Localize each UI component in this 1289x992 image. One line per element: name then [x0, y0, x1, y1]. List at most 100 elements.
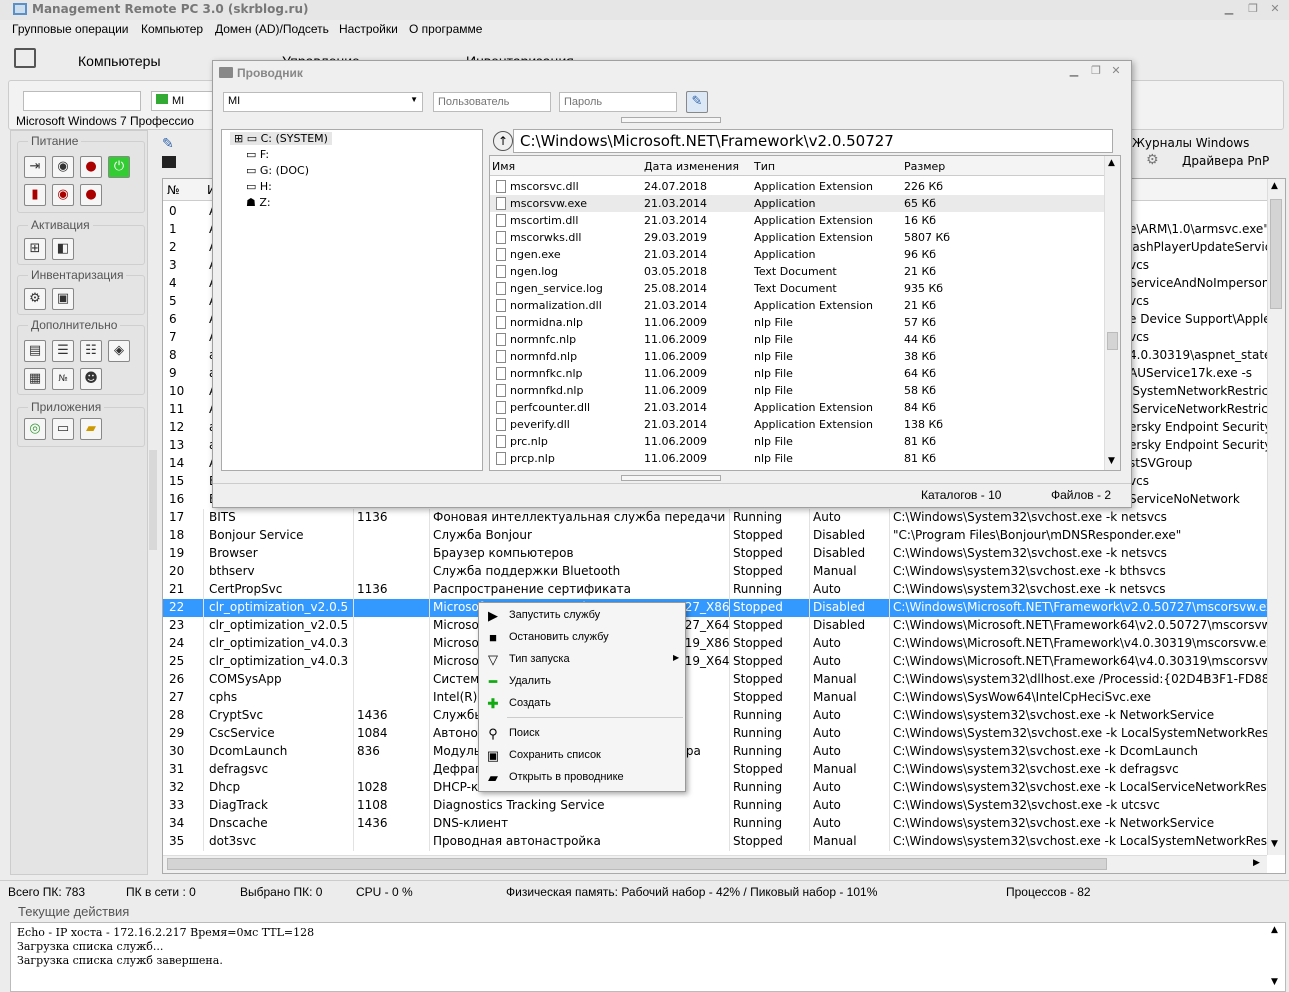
explorer-computer-select[interactable]: MI ▼	[223, 92, 423, 112]
menu-start-service[interactable]: ▶ Запустить службу	[479, 605, 685, 627]
table-row[interactable]: 25clr_optimization_v4.0.3...Microsoft .N…	[163, 653, 1267, 671]
desktop-icon[interactable]: ▦	[24, 368, 46, 390]
scroll-up-icon[interactable]: ▲	[1271, 181, 1278, 191]
list-icon[interactable]: ☰	[52, 340, 74, 362]
table-row[interactable]: 28CryptSvc1436Службы криптографииRunning…	[163, 707, 1267, 725]
table-row[interactable]: 20 bthserv Служба поддержки Bluetooth Stopp…	[163, 563, 1267, 581]
tree-node-g[interactable]: ▭ G: (DOC)	[246, 164, 309, 177]
explorer-connect-button[interactable]: ✎	[686, 91, 708, 113]
col-file-name[interactable]: Имя	[492, 160, 515, 173]
file-row[interactable]: mscorwks.dll 29.03.2019 Application Extens…	[490, 229, 1104, 246]
close-icon[interactable]: ✕	[1266, 2, 1284, 15]
table-row[interactable]: 22clr_optimization_v2.0.5...Microsoft .N…	[163, 599, 1267, 617]
file-row[interactable]: normnfkc.nlp 11.06.2009 nlp File 64 Кб	[490, 365, 1104, 382]
col-file-date[interactable]: Дата изменения	[644, 160, 739, 173]
console-icon[interactable]	[162, 156, 176, 168]
power-on-icon[interactable]: ⏻	[108, 156, 130, 178]
scroll-up-icon[interactable]: ▲	[1108, 158, 1115, 168]
table-row[interactable]: 32 Dhcp 1028 DHCP-клиент Running Auto C:\Windo…	[163, 779, 1267, 797]
journals-link[interactable]: Журналы Windows	[1132, 136, 1249, 150]
users-icon[interactable]: ☻	[80, 368, 102, 390]
table-row[interactable]: 19 Browser Браузер компьютеров Stopped Disab…	[163, 545, 1267, 563]
scroll-right-icon[interactable]: ▶	[1253, 858, 1260, 868]
table-row[interactable]: 27cphsIntel(R) Content Protection HECI S…	[163, 689, 1267, 707]
col-number[interactable]: №	[167, 183, 179, 197]
explorer-minimize-icon[interactable]: ▁	[1065, 64, 1083, 77]
menu-domain[interactable]: Домен (AD)/Подсеть	[215, 22, 329, 36]
restart-icon[interactable]: ◉	[52, 156, 74, 178]
explorer-password-input[interactable]	[559, 92, 677, 112]
grid-vscrollbar[interactable]: ▲ ▼	[1267, 179, 1285, 855]
report-icon[interactable]: ☷	[80, 340, 102, 362]
file-row[interactable]: prcp.nlp 11.06.2009 nlp File 81 Кб	[490, 450, 1104, 467]
restart-red-icon[interactable]: ◉	[52, 184, 74, 206]
file-row[interactable]: mscortim.dll 21.03.2014 Application Extens…	[490, 212, 1104, 229]
menu-open-explorer[interactable]: ▰ Открыть в проводнике	[479, 767, 685, 789]
hscroll-thumb[interactable]	[167, 858, 1107, 870]
table-row[interactable]: 21 CertPropSvc 1136 Распространение сертифи…	[163, 581, 1267, 599]
menu-about[interactable]: О программе	[409, 22, 482, 36]
menu-save-list[interactable]: ▣ Сохранить список	[479, 745, 685, 767]
file-scroll-thumb[interactable]	[1107, 332, 1118, 350]
table-row[interactable]: 26COMSysAppСистемное приложение COM+Stop…	[163, 671, 1267, 689]
panel-splitter[interactable]	[149, 450, 157, 550]
folder-icon[interactable]: ▰	[80, 418, 102, 440]
tree-node-h[interactable]: ▭ H:	[246, 180, 272, 193]
file-row[interactable]: mscorsvw.exe 21.03.2014 Application 65 Кб	[490, 195, 1104, 212]
table-row[interactable]: 30DcomLaunch836Модуль запуска процессов …	[163, 743, 1267, 761]
hardware-icon[interactable]: ⚙	[24, 288, 46, 310]
scroll-down-icon[interactable]: ▼	[1271, 839, 1278, 849]
path-field[interactable]: C:\Windows\Microsoft.NET\Framework\v2.0.…	[513, 129, 1113, 153]
file-row[interactable]: mscorsvc.dll 24.07.2018 Application Extens…	[490, 178, 1104, 195]
file-row[interactable]: normnfc.nlp 11.06.2009 nlp File 44 Кб	[490, 331, 1104, 348]
file-row[interactable]: normnfkd.nlp 11.06.2009 nlp File 58 Кб	[490, 382, 1104, 399]
explorer-maximize-icon[interactable]: ❐	[1087, 64, 1105, 77]
table-row[interactable]: 17 BITS 1136 Фоновая интеллектуальная служб…	[163, 509, 1267, 527]
table-row[interactable]: 29CscService1084Автономные файлыRunningA…	[163, 725, 1267, 743]
file-row[interactable]: peverify.dll 21.03.2014 Application Extens…	[490, 416, 1104, 433]
minimize-icon[interactable]: ▁	[1220, 2, 1238, 15]
computer-select[interactable]: MI	[151, 91, 213, 111]
logoff-icon[interactable]: ⇥	[24, 156, 46, 178]
file-row[interactable]: ngen.log 03.05.2018 Text Document 21 Кб	[490, 263, 1104, 280]
file-row[interactable]: normidna.nlp 11.06.2009 nlp File 57 Кб	[490, 314, 1104, 331]
grid-hscrollbar[interactable]: ▶	[163, 855, 1267, 873]
drivers-link[interactable]: Драйвера PnP	[1182, 154, 1269, 168]
log-scroll-down-icon[interactable]: ▼	[1271, 977, 1278, 987]
number-icon[interactable]: №	[52, 368, 74, 390]
software-icon[interactable]: ▣	[52, 288, 74, 310]
explorer-user-input[interactable]	[433, 92, 551, 112]
menu-search[interactable]: ⚲ Поиск	[479, 723, 685, 745]
tree-node-c[interactable]: ⊞ ▭ C: (SYSTEM)	[230, 132, 332, 145]
office-icon[interactable]: ◧	[52, 238, 74, 260]
scroll-down-icon[interactable]: ▼	[1108, 456, 1115, 466]
scroll-thumb[interactable]	[1270, 199, 1282, 309]
up-folder-button[interactable]: ↑	[493, 131, 513, 151]
table-row[interactable]: 31defragsvcДефрагментация дискаStoppedMa…	[163, 761, 1267, 779]
log-scroll-up-icon[interactable]: ▲	[1271, 925, 1278, 935]
explorer-close-icon[interactable]: ✕	[1107, 64, 1125, 77]
remote-icon[interactable]: ▤	[24, 340, 46, 362]
app-monitor-icon[interactable]: ▭	[52, 418, 74, 440]
col-file-size[interactable]: Размер	[904, 160, 945, 173]
table-row[interactable]: 33 DiagTrack 1108 Diagnostics Tracking Serv…	[163, 797, 1267, 815]
stop-icon[interactable]: ●	[80, 184, 102, 206]
menu-computer[interactable]: Компьютер	[141, 22, 203, 36]
connect-icon[interactable]: ✎	[162, 136, 174, 152]
col-file-type[interactable]: Тип	[754, 160, 775, 173]
menu-settings[interactable]: Настройки	[339, 22, 398, 36]
file-row[interactable]: ngen_service.log 25.08.2014 Text Document 9…	[490, 280, 1104, 297]
tree-node-f[interactable]: ▭ F:	[246, 148, 269, 161]
file-row[interactable]: normnfd.nlp 11.06.2009 nlp File 38 Кб	[490, 348, 1104, 365]
sleep-icon[interactable]: ▮	[24, 184, 46, 206]
computer-search-input[interactable]	[23, 91, 141, 111]
top-splitter[interactable]	[621, 117, 721, 123]
table-row[interactable]: 34 Dnscache 1436 DNS-клиент Running Auto C:\Wi…	[163, 815, 1267, 833]
bottom-splitter[interactable]	[621, 475, 721, 481]
file-vscrollbar[interactable]: ▲ ▼	[1104, 156, 1120, 470]
file-row[interactable]: normalization.dll 21.03.2014 Application E…	[490, 297, 1104, 314]
file-row[interactable]: prc.nlp 11.06.2009 nlp File 81 Кб	[490, 433, 1104, 450]
maximize-icon[interactable]: ❐	[1244, 2, 1262, 15]
table-row[interactable]: 23clr_optimization_v2.0.5...Microsoft .N…	[163, 617, 1267, 635]
tree-node-z[interactable]: ☗ Z:	[246, 196, 271, 209]
